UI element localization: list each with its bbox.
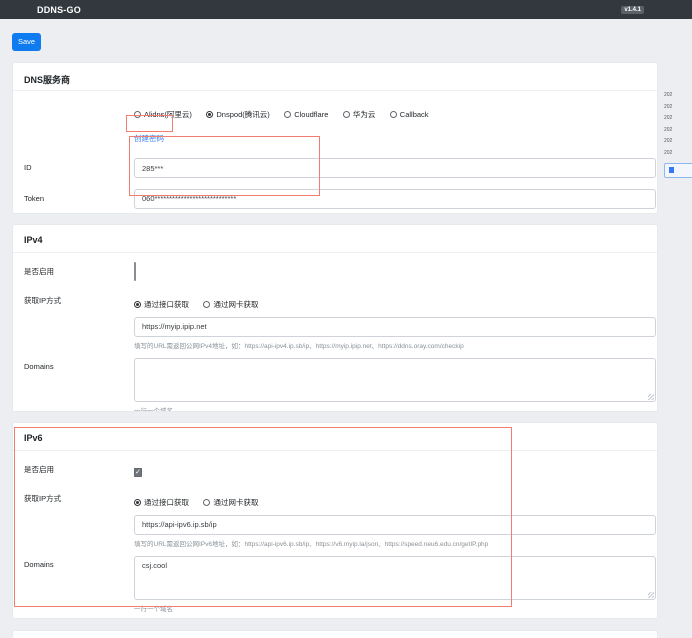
radio-circle-icon — [389, 110, 397, 118]
version-badge: v1.4.1 — [621, 5, 644, 14]
log-panel-fragment: 202 202 202 202 202 202 — [664, 90, 692, 178]
create-secret-row: 创建密码 — [13, 128, 657, 146]
ipv4-url-help: 填写的URL需返回公网IPv4地址，如：https://api-ipv4.ip.… — [134, 342, 464, 350]
navbar: DDNS-GO v1.4.1 — [0, 0, 692, 19]
radio-dnspod[interactable]: Dnspod(腾讯云) — [206, 109, 270, 120]
ipv4-radio-by-api[interactable]: 通过接口获取 — [134, 299, 189, 310]
ipv4-domains-row: Domains 一行一个域名 — [13, 357, 657, 412]
id-input[interactable] — [134, 158, 656, 178]
log-line: 202 — [664, 149, 673, 156]
ipv4-method-label: 获取IP方式 — [24, 295, 62, 305]
ipv6-card-title: IPv6 — [13, 423, 657, 451]
resize-handle-icon[interactable] — [648, 591, 654, 598]
ipv4-radio-by-netcard[interactable]: 通过网卡获取 — [203, 299, 258, 310]
radio-label: 通过接口获取 — [144, 497, 189, 507]
radio-circle-icon — [342, 110, 350, 118]
resize-handle-icon[interactable] — [648, 393, 654, 400]
radio-label: 华为云 — [352, 109, 376, 119]
radio-circle-icon — [134, 498, 141, 506]
radio-circle-icon — [206, 110, 214, 118]
ipv4-url-input[interactable] — [134, 316, 656, 337]
ipv4-domains-help: 一行一个域名 — [134, 407, 173, 412]
toolbar: Save — [0, 19, 692, 51]
radio-label: 通过网卡获取 — [213, 299, 259, 309]
radio-label: 通过网卡获取 — [213, 497, 259, 507]
ipv4-method-row: 获取IP方式 通过接口获取 通过网卡获取 填写的URL需返回公网IPv4地址，如… — [13, 295, 657, 350]
log-line: 202 — [664, 103, 673, 110]
ipv6-enable-checkbox[interactable] — [134, 467, 142, 477]
ipv4-enable-label: 是否启用 — [24, 267, 54, 276]
radio-label: Alidns(阿里云) — [144, 109, 192, 119]
dns-provider-card: DNS服务商 Alidns(阿里云) Dnspod(腾讯云) Cloudflar… — [12, 61, 658, 214]
token-label: Token — [24, 193, 45, 203]
log-action-button[interactable] — [664, 162, 692, 178]
radio-callback[interactable]: Callback — [389, 109, 429, 119]
ipv6-domains-row: Domains csj.cool 一行一个域名 — [13, 555, 657, 613]
ipv6-radio-by-api[interactable]: 通过接口获取 — [134, 497, 189, 508]
clipped-button-glyph-icon — [669, 167, 674, 174]
ipv6-url-input[interactable] — [134, 514, 656, 535]
radio-label: Callback — [399, 109, 429, 119]
ipv4-card: IPv4 是否启用 获取IP方式 通过接口获取 通过网卡获取 填写的URL需返回… — [12, 223, 658, 412]
ipv4-domains-label: Domains — [24, 361, 54, 371]
ipv6-method-radio-group: 通过接口获取 通过网卡获取 — [134, 493, 656, 511]
radio-alidns[interactable]: Alidns(阿里云) — [134, 109, 192, 120]
ipv6-domains-label: Domains — [24, 559, 54, 569]
ddns-go-page: DDNS-GO v1.4.1 Save DNS服务商 Alidns(阿里云) D… — [0, 0, 692, 638]
provider-radio-group: Alidns(阿里云) Dnspod(腾讯云) Cloudflare 华为云 C… — [134, 105, 656, 123]
radio-circle-icon — [134, 300, 141, 308]
ipv4-domains-textarea[interactable] — [134, 357, 656, 402]
ipv6-enable-row: 是否启用 — [13, 461, 657, 479]
ipv6-url-help: 填写的URL需返回公网IPv6地址，如：https://api-ipv6.ip.… — [134, 540, 489, 548]
id-label: ID — [24, 163, 32, 173]
id-row: ID — [13, 158, 657, 178]
ipv4-card-title: IPv4 — [13, 225, 657, 253]
app-title: DDNS-GO — [37, 4, 81, 15]
ipv6-radio-by-netcard[interactable]: 通过网卡获取 — [203, 497, 258, 508]
token-row: Token — [13, 188, 657, 209]
dns-card-title: DNS服务商 — [13, 63, 657, 91]
radio-circle-icon — [203, 498, 211, 506]
next-card-sliver — [12, 629, 658, 638]
ipv6-enable-label: 是否启用 — [24, 465, 54, 474]
radio-circle-icon — [203, 300, 211, 308]
ipv4-enable-row: 是否启用 — [13, 261, 657, 281]
radio-cloudflare[interactable]: Cloudflare — [284, 110, 328, 119]
ipv6-method-row: 获取IP方式 通过接口获取 通过网卡获取 填写的URL需返回公网IPv6地址，如… — [13, 493, 657, 548]
radio-circle-icon — [284, 110, 292, 118]
radio-circle-icon — [134, 110, 141, 118]
radio-label: Cloudflare — [294, 109, 329, 119]
ipv4-method-radio-group: 通过接口获取 通过网卡获取 — [134, 295, 656, 313]
ipv6-domains-help: 一行一个域名 — [134, 605, 173, 613]
ipv6-card: IPv6 是否启用 获取IP方式 通过接口获取 通过网卡获取 填写的URL需返回… — [12, 421, 658, 619]
log-line: 202 — [664, 126, 673, 133]
ipv6-domains-textarea[interactable]: csj.cool — [134, 555, 656, 600]
radio-label: Dnspod(腾讯云) — [216, 109, 270, 119]
create-secret-link[interactable]: 创建密码 — [134, 134, 164, 143]
radio-huawei[interactable]: 华为云 — [342, 109, 376, 120]
log-line: 202 — [664, 115, 673, 122]
ipv6-method-label: 获取IP方式 — [24, 493, 62, 503]
log-line: 202 — [664, 138, 673, 145]
provider-radio-row: Alidns(阿里云) Dnspod(腾讯云) Cloudflare 华为云 C… — [13, 105, 657, 123]
radio-label: 通过接口获取 — [144, 299, 189, 309]
token-input[interactable] — [134, 188, 656, 209]
ipv4-enable-checkbox[interactable] — [134, 261, 136, 281]
save-button[interactable]: Save — [12, 32, 42, 51]
log-line: 202 — [664, 92, 673, 98]
